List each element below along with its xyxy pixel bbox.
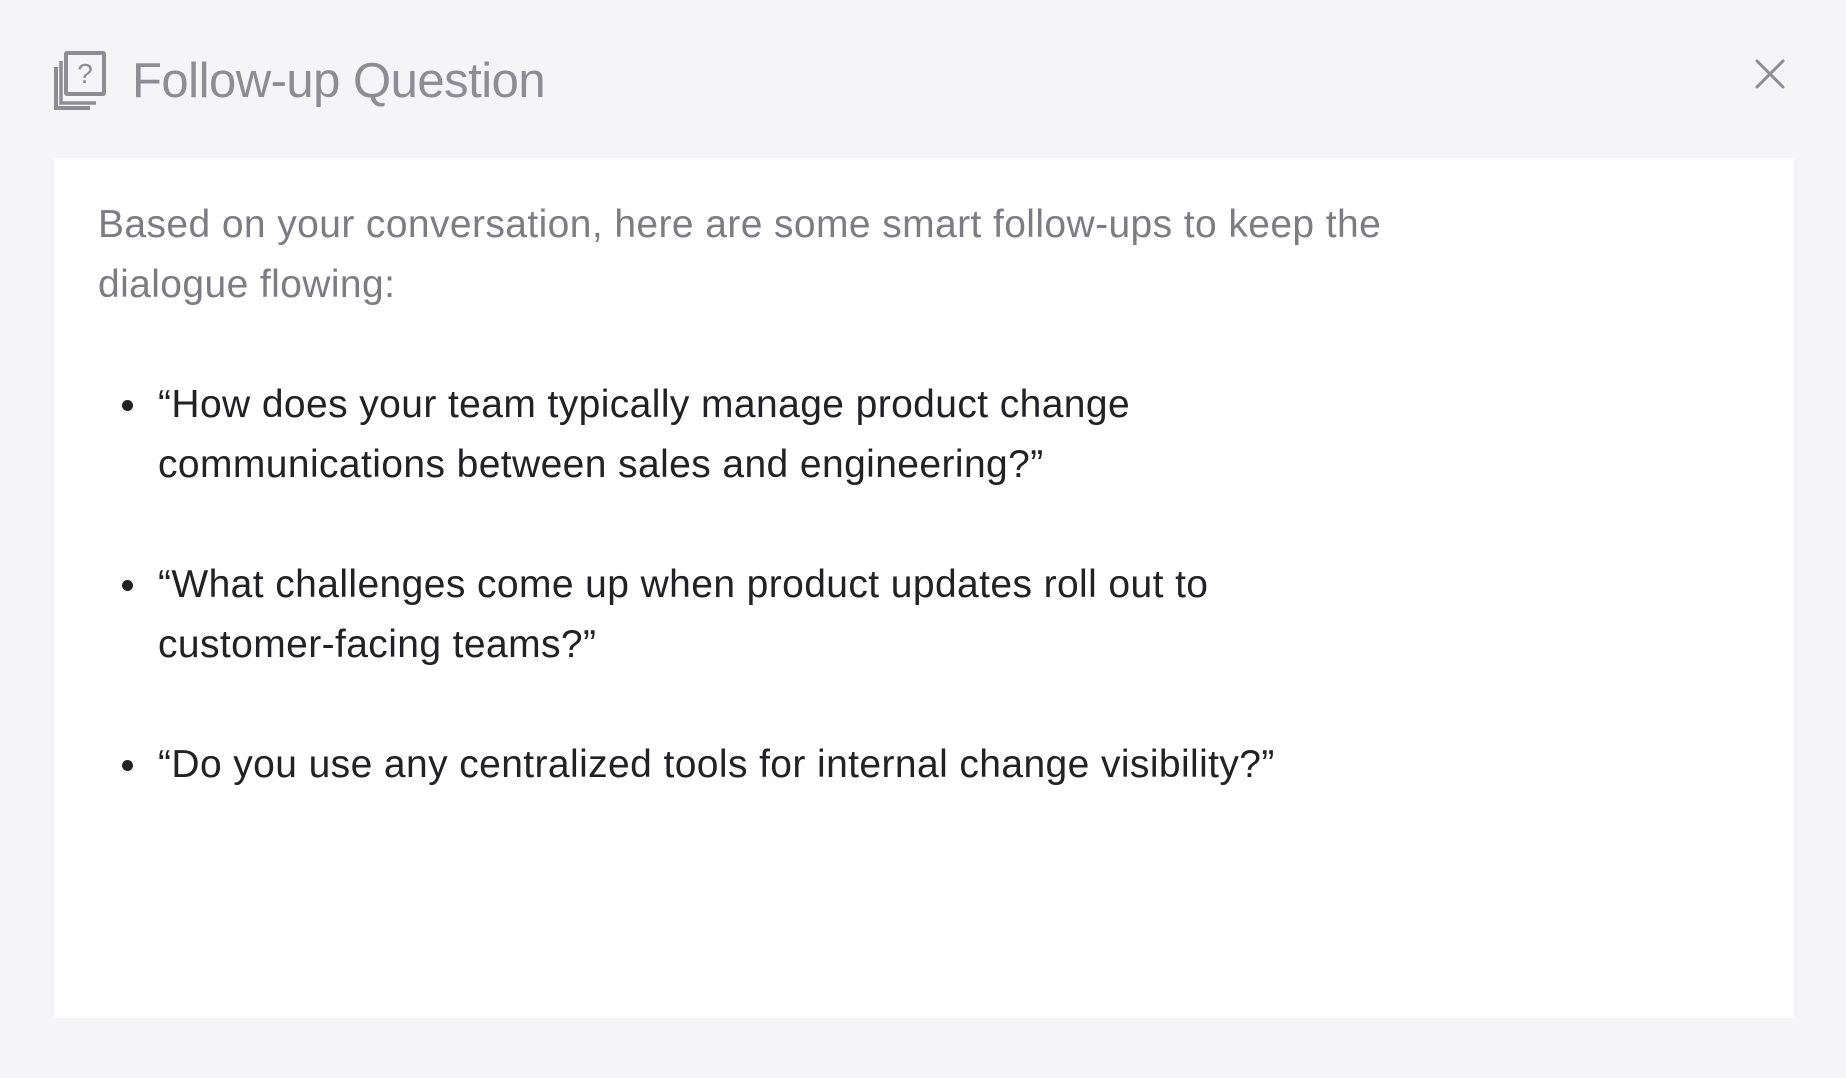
follow-up-panel: ? Follow-up Question Based on your conve… — [0, 0, 1846, 1078]
follow-up-item[interactable]: “What challenges come up when product up… — [98, 555, 1338, 675]
panel-header: ? Follow-up Question — [52, 50, 546, 112]
question-document-icon: ? — [54, 51, 106, 110]
close-icon — [1755, 59, 1785, 89]
suggestions-card: Based on your conversation, here are som… — [54, 158, 1794, 1018]
bullet-icon — [122, 400, 133, 411]
bullet-icon — [122, 760, 133, 771]
svg-text:?: ? — [77, 58, 93, 89]
panel-title: Follow-up Question — [132, 54, 546, 108]
follow-up-text: “How does your team typically manage pro… — [158, 383, 1131, 486]
follow-up-text: “Do you use any centralized tools for in… — [158, 743, 1275, 786]
intro-text: Based on your conversation, here are som… — [98, 203, 1382, 306]
close-button[interactable] — [1750, 54, 1790, 94]
follow-up-text: “What challenges come up when product up… — [158, 563, 1209, 666]
bullet-icon — [122, 580, 133, 591]
follow-up-item[interactable]: “How does your team typically manage pro… — [98, 375, 1338, 495]
follow-up-list: “How does your team typically manage pro… — [98, 375, 1750, 795]
follow-up-item[interactable]: “Do you use any centralized tools for in… — [98, 735, 1338, 795]
